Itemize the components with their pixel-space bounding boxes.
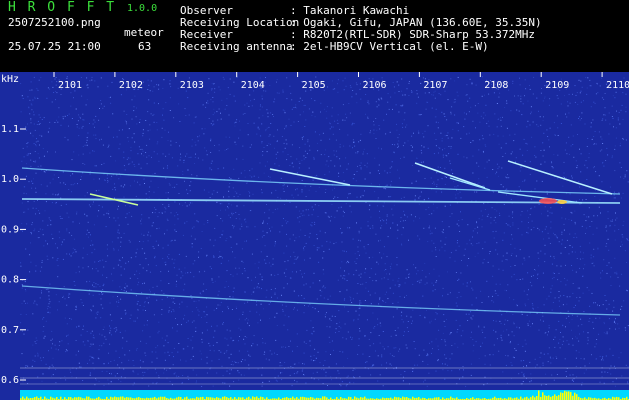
activity-bar [322,396,324,400]
activity-bar [570,392,572,400]
meteor-head-echo [539,198,557,204]
activity-bar [114,396,116,400]
activity-bar [558,395,560,400]
activity-bar [224,396,226,400]
activity-bar [548,395,550,400]
activity-bar [324,396,326,400]
x-tick-label: 2109 [545,80,569,91]
activity-bar [568,391,570,400]
activity-bar [402,396,404,400]
antenna-label: Receiving antenna [180,40,293,53]
x-tick-label: 2107 [423,80,447,91]
activity-bar [554,394,556,400]
app-title: H R O F F T [8,0,117,15]
activity-bar [546,396,548,400]
x-tick-label: 2104 [241,80,265,91]
meteor-label: meteor [124,26,164,39]
y-tick-label: 0.7 [1,325,19,336]
x-tick-label: 2101 [58,80,82,91]
activity-bar [354,396,356,400]
activity-bar [552,395,554,400]
activity-bar [256,396,258,400]
y-tick-label: 0.6 [1,375,19,386]
activity-bar [576,394,578,400]
activity-bar [532,395,534,400]
activity-bar [252,396,254,400]
activity-bar [86,396,88,400]
activity-bar [122,396,124,400]
activity-bar [556,396,558,400]
activity-bar [564,390,566,400]
activity-bar [562,392,564,400]
y-tick-label: 1.1 [1,124,19,135]
activity-bar [520,396,522,400]
activity-bar [538,390,540,400]
spectrogram-background [0,72,629,400]
y-tick-label: 0.9 [1,224,19,235]
x-tick-label: 2108 [484,80,508,91]
x-tick-label: 2110 [606,80,629,91]
activity-bar [542,392,544,400]
activity-bar [44,396,46,400]
meteor-head-echo [557,200,567,204]
activity-bar [560,392,562,400]
activity-bar [26,396,28,400]
activity-bar [36,396,38,400]
file-name: 2507252100.png [8,16,101,29]
activity-bar [364,396,366,400]
x-tick-label: 2103 [180,80,204,91]
spectrogram: 1.1 1.0 0.9 0.8 0.7 0.6 2101 2102 2103 2104 2105 2… [0,72,629,400]
observation-datetime: 25.07.25 21:00 [8,40,101,53]
app-version: 1.0.0 [127,3,158,14]
y-tick-label: 0.8 [1,275,19,286]
x-tick-label: 2102 [119,80,143,91]
activity-bar [544,395,546,400]
x-tick-label: 2105 [302,80,326,91]
activity-bar [572,395,574,400]
meteor-count: 63 [138,40,152,53]
activity-bar [22,396,24,400]
y-axis-unit: kHz [1,74,20,85]
antenna-value: : 2el-HB9CV Vertical (el. E-W) [290,40,489,53]
activity-bar [566,391,568,400]
activity-bar [292,396,294,400]
activity-bar [450,396,452,400]
activity-bar [536,396,538,400]
activity-bar [574,392,576,400]
header-panel: H R O F F T 1.0.0 2507252100.png 25.07.2… [0,0,629,72]
y-tick-label: 1.0 [1,174,19,185]
x-tick-label: 2106 [363,80,387,91]
activity-bar [120,396,122,400]
